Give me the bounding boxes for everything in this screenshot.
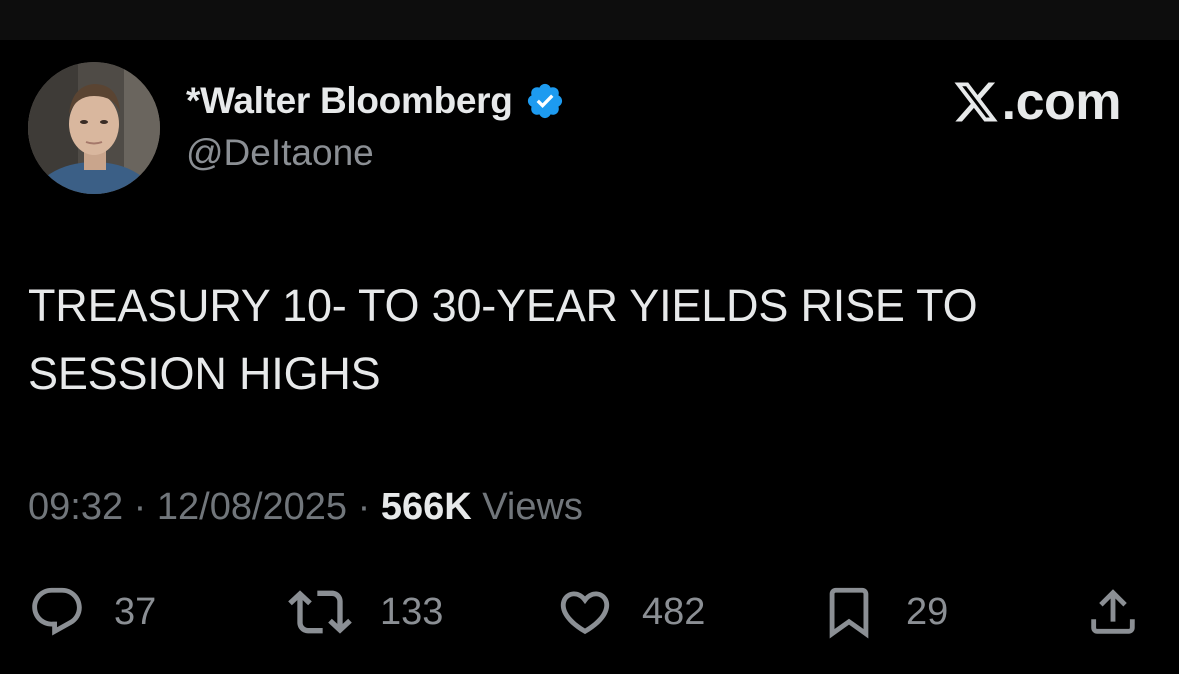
views-count: 566K	[380, 486, 472, 528]
repost-icon	[288, 580, 352, 644]
repost-button[interactable]: 133	[288, 582, 443, 642]
author-display-name[interactable]: *Walter Bloomberg	[186, 80, 513, 122]
tweet-text-line-1: TREASURY 10- TO 30-YEAR YIELDS RISE TO	[28, 280, 978, 331]
brand-watermark: .com	[952, 72, 1122, 132]
tweet-date[interactable]: 12/08/2025	[157, 486, 347, 528]
avatar-image	[28, 62, 160, 194]
top-bar	[0, 0, 1179, 40]
bookmark-count: 29	[906, 590, 949, 633]
views-label: Views	[482, 486, 583, 528]
author-name-row[interactable]: *Walter Bloomberg	[186, 76, 565, 126]
verified-badge-icon	[525, 81, 565, 121]
author-handle[interactable]: @DeItaone	[186, 132, 374, 174]
tweet-meta: 09:32 · 12/08/2025 · 566K Views	[28, 486, 583, 529]
brand-label: .com	[1001, 73, 1122, 131]
meta-separator: ·	[133, 486, 147, 528]
bookmark-button[interactable]: 29	[820, 582, 948, 642]
tweet-time[interactable]: 09:32	[28, 486, 123, 528]
tweet-text-line-2: SESSION HIGHS	[28, 348, 381, 399]
reply-button[interactable]: 37	[28, 582, 156, 642]
tweet-text: TREASURY 10- TO 30-YEAR YIELDS RISE TO S…	[28, 272, 1128, 408]
reply-count: 37	[114, 590, 157, 633]
repost-count: 133	[380, 590, 444, 633]
avatar[interactable]	[28, 62, 160, 194]
x-logo-icon	[952, 78, 1000, 126]
reply-icon	[28, 583, 86, 641]
like-button[interactable]: 482	[556, 582, 705, 642]
action-bar: 37 133 482 29	[0, 582, 1179, 642]
bookmark-icon	[820, 583, 878, 641]
like-count: 482	[642, 590, 706, 633]
share-icon	[1084, 583, 1142, 641]
heart-icon	[556, 583, 614, 641]
share-button[interactable]	[1084, 582, 1142, 642]
meta-separator: ·	[357, 486, 371, 528]
